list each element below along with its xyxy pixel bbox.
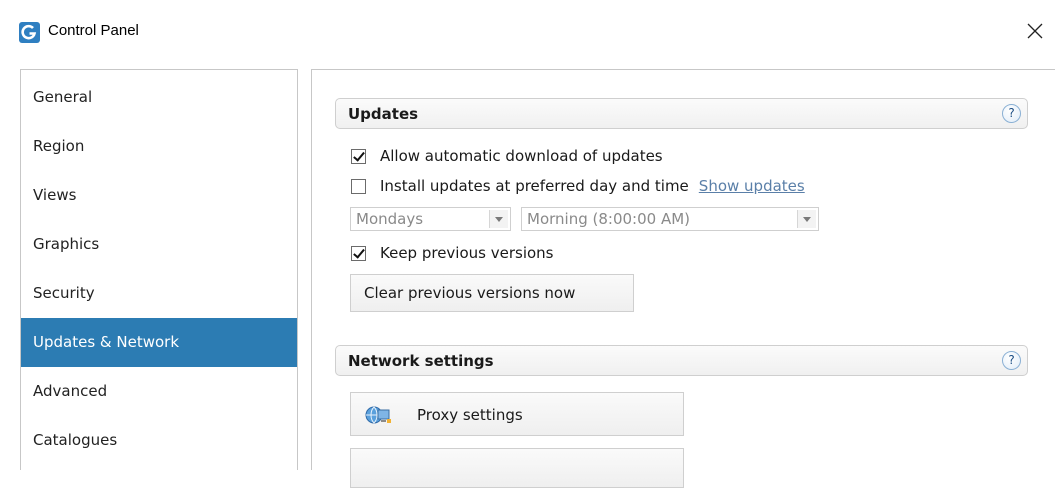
auto-download-row: Allow automatic download of updates [351,145,663,167]
network-section-header: Network settings ? [335,345,1028,376]
close-button[interactable] [1020,14,1050,48]
clear-previous-versions-button[interactable]: Clear previous versions now [350,274,634,312]
install-preferred-checkbox[interactable] [351,178,366,194]
help-icon[interactable]: ? [1002,104,1021,123]
chevron-down-icon [489,210,508,228]
install-preferred-row: Install updates at preferred day and tim… [351,175,805,197]
window-title: Control Panel [48,22,139,39]
sidebar-item-general[interactable]: General [21,73,297,122]
keep-previous-checkbox[interactable] [351,245,366,261]
sidebar-item-advanced[interactable]: Advanced [21,367,297,416]
clear-previous-versions-label: Clear previous versions now [364,284,576,302]
updates-section-title: Updates [348,105,419,123]
proxy-settings-label: Proxy settings [417,406,523,424]
close-icon [1027,23,1043,39]
time-select[interactable]: Morning (8:00:00 AM) [521,207,819,231]
app-logo-icon [19,22,40,43]
sidebar-item-views[interactable]: Views [21,171,297,220]
sidebar-item-catalogues[interactable]: Catalogues [21,416,297,465]
network-option-button[interactable] [350,448,684,488]
show-updates-link[interactable]: Show updates [699,177,805,195]
chevron-down-icon [797,210,816,228]
auto-download-label: Allow automatic download of updates [380,147,663,165]
sidebar-item-security[interactable]: Security [21,269,297,318]
sidebar: General Region Views Graphics Security U… [20,69,298,470]
keep-previous-label: Keep previous versions [380,244,554,262]
sidebar-item-updates-network[interactable]: Updates & Network [21,318,297,367]
sidebar-item-region[interactable]: Region [21,122,297,171]
network-section-title: Network settings [348,352,494,370]
install-preferred-label: Install updates at preferred day and tim… [380,177,689,195]
keep-previous-row: Keep previous versions [351,242,554,264]
network-globe-icon [365,404,393,426]
updates-section-header: Updates ? [335,98,1028,129]
help-icon[interactable]: ? [1002,351,1021,370]
time-select-value: Morning (8:00:00 AM) [527,210,690,228]
day-select-value: Mondays [356,210,424,228]
day-select[interactable]: Mondays [350,207,511,231]
proxy-settings-button[interactable]: Proxy settings [350,392,684,436]
title-bar: Control Panel [0,0,1055,64]
auto-download-checkbox[interactable] [351,148,366,164]
sidebar-item-graphics[interactable]: Graphics [21,220,297,269]
